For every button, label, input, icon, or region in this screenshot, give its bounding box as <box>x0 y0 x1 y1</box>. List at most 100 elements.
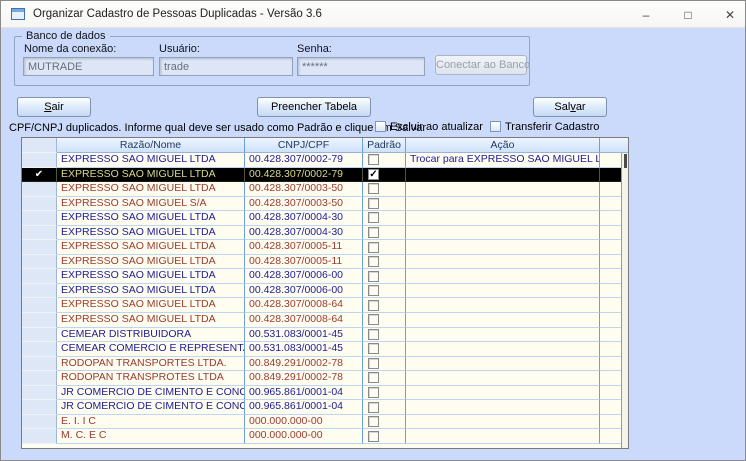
row-acao-cell[interactable]: Trocar para EXPRESSO SAO MIGUEL LTDA <box>406 153 600 168</box>
padrao-checkbox[interactable] <box>368 387 379 398</box>
table-row[interactable]: EXPRESSO SAO MIGUEL LTDA 00.428.307/0008… <box>22 298 628 313</box>
row-name-cell[interactable]: M. C. E C <box>57 429 245 444</box>
row-acao-cell[interactable] <box>406 284 600 299</box>
padrao-checkbox[interactable] <box>368 416 379 427</box>
padrao-checkbox[interactable] <box>368 212 379 223</box>
table-row[interactable]: RODOPAN TRANSPROTES LTDA 00.849.291/0002… <box>22 371 628 386</box>
table-row[interactable]: M. C. E C 000.000.000-00 <box>22 429 628 444</box>
row-name-cell[interactable]: EXPRESSO SAO MIGUEL LTDA <box>57 313 245 328</box>
row-name-cell[interactable]: CEMEAR DISTRIBUIDORA <box>57 328 245 343</box>
row-name-cell[interactable]: EXPRESSO SAO MIGUEL LTDA <box>57 182 245 197</box>
row-name-cell[interactable]: EXPRESSO SAO MIGUEL LTDA <box>57 226 245 241</box>
row-name-cell[interactable]: JR COMERCIO DE CIMENTO E CONCRETO LTDA <box>57 400 245 415</box>
table-row[interactable]: EXPRESSO SAO MIGUEL LTDA 00.428.307/0006… <box>22 269 628 284</box>
row-padrao-cell[interactable] <box>363 313 406 328</box>
table-row[interactable]: EXPRESSO SAO MIGUEL LTDA 00.428.307/0008… <box>22 313 628 328</box>
row-padrao-cell[interactable] <box>363 400 406 415</box>
row-padrao-cell[interactable] <box>363 182 406 197</box>
table-row[interactable]: CEMEAR DISTRIBUIDORA 00.531.083/0001-45 <box>22 328 628 343</box>
row-name-cell[interactable]: EXPRESSO SAO MIGUEL LTDA <box>57 211 245 226</box>
close-icon[interactable]: ✕ <box>723 8 737 22</box>
row-acao-cell[interactable] <box>406 298 600 313</box>
padrao-checkbox[interactable] <box>368 343 379 354</box>
table-row[interactable]: EXPRESSO SAO MIGUEL LTDA 00.428.307/0002… <box>22 153 628 168</box>
row-acao-cell[interactable] <box>406 313 600 328</box>
row-acao-cell[interactable] <box>406 415 600 430</box>
row-cnpj-cell[interactable]: 00.428.307/0008-64 <box>245 298 363 313</box>
row-padrao-cell[interactable] <box>363 211 406 226</box>
row-acao-cell[interactable] <box>406 168 600 183</box>
row-acao-cell[interactable] <box>406 269 600 284</box>
padrao-checkbox[interactable]: ✓ <box>368 169 379 180</box>
table-row[interactable]: EXPRESSO SAO MIGUEL LTDA 00.428.307/0003… <box>22 182 628 197</box>
row-name-cell[interactable]: EXPRESSO SAO MIGUEL LTDA <box>57 168 245 183</box>
vertical-scrollbar[interactable] <box>621 153 628 448</box>
row-cnpj-cell[interactable]: 00.531.083/0001-45 <box>245 328 363 343</box>
row-name-cell[interactable]: EXPRESSO SAO MIGUEL LTDA <box>57 153 245 168</box>
row-padrao-cell[interactable] <box>363 342 406 357</box>
row-padrao-cell[interactable] <box>363 371 406 386</box>
user-field[interactable] <box>159 57 293 76</box>
row-padrao-cell[interactable] <box>363 226 406 241</box>
row-name-cell[interactable]: JR COMERCIO DE CIMENTO E CONCRETO LTDA <box>57 386 245 401</box>
padrao-checkbox[interactable] <box>368 402 379 413</box>
table-row[interactable]: EXPRESSO SAO MIGUEL LTDA 00.428.307/0005… <box>22 255 628 270</box>
row-name-cell[interactable]: RODOPAN TRANSPROTES LTDA <box>57 371 245 386</box>
row-acao-cell[interactable] <box>406 429 600 444</box>
row-padrao-cell[interactable] <box>363 284 406 299</box>
padrao-checkbox[interactable] <box>368 329 379 340</box>
transfer-registry-checkbox[interactable] <box>490 121 501 132</box>
row-acao-cell[interactable] <box>406 400 600 415</box>
row-name-cell[interactable]: CEMEAR COMERCIO E REPRESENTACAO LTDA <box>57 342 245 357</box>
row-cnpj-cell[interactable]: 00.428.307/0004-30 <box>245 211 363 226</box>
row-padrao-cell[interactable] <box>363 429 406 444</box>
password-field[interactable] <box>297 57 425 76</box>
table-row[interactable]: ✔ EXPRESSO SAO MIGUEL LTDA 00.428.307/00… <box>22 168 628 183</box>
row-cnpj-cell[interactable]: 00.428.307/0005-11 <box>245 240 363 255</box>
minimize-icon[interactable]: – <box>639 8 653 22</box>
row-padrao-cell[interactable]: ✓ <box>363 168 406 183</box>
row-name-cell[interactable]: EXPRESSO SAO MIGUEL LTDA <box>57 284 245 299</box>
row-padrao-cell[interactable] <box>363 386 406 401</box>
padrao-checkbox[interactable] <box>368 431 379 442</box>
row-name-cell[interactable]: E. I. I C <box>57 415 245 430</box>
padrao-checkbox[interactable] <box>368 242 379 253</box>
padrao-checkbox[interactable] <box>368 372 379 383</box>
row-padrao-cell[interactable] <box>363 269 406 284</box>
row-name-cell[interactable]: EXPRESSO SAO MIGUEL S/A <box>57 197 245 212</box>
row-acao-cell[interactable] <box>406 197 600 212</box>
padrao-checkbox[interactable] <box>368 227 379 238</box>
row-acao-cell[interactable] <box>406 226 600 241</box>
table-row[interactable]: JR COMERCIO DE CIMENTO E CONCRETO LTDA 0… <box>22 386 628 401</box>
connect-database-button[interactable]: Conectar ao Banco <box>435 55 527 75</box>
padrao-checkbox[interactable] <box>368 198 379 209</box>
row-cnpj-cell[interactable]: 00.428.307/0008-64 <box>245 313 363 328</box>
row-acao-cell[interactable] <box>406 240 600 255</box>
padrao-checkbox[interactable] <box>368 314 379 325</box>
row-cnpj-cell[interactable]: 00.428.307/0005-11 <box>245 255 363 270</box>
padrao-checkbox[interactable] <box>368 358 379 369</box>
padrao-checkbox[interactable] <box>368 256 379 267</box>
padrao-checkbox[interactable] <box>368 154 379 165</box>
row-padrao-cell[interactable] <box>363 240 406 255</box>
row-cnpj-cell[interactable]: 00.428.307/0006-00 <box>245 269 363 284</box>
row-name-cell[interactable]: EXPRESSO SAO MIGUEL LTDA <box>57 255 245 270</box>
connection-name-field[interactable] <box>23 57 154 76</box>
padrao-checkbox[interactable] <box>368 183 379 194</box>
save-button[interactable]: Salvar <box>533 97 607 117</box>
row-name-cell[interactable]: RODOPAN TRANSPORTES LTDA. <box>57 357 245 372</box>
padrao-checkbox[interactable] <box>368 300 379 311</box>
row-cnpj-cell[interactable]: 000.000.000-00 <box>245 415 363 430</box>
row-name-cell[interactable]: EXPRESSO SAO MIGUEL LTDA <box>57 269 245 284</box>
row-cnpj-cell[interactable]: 00.428.307/0006-00 <box>245 284 363 299</box>
row-acao-cell[interactable] <box>406 357 600 372</box>
table-row[interactable]: EXPRESSO SAO MIGUEL S/A 00.428.307/0003-… <box>22 197 628 212</box>
row-padrao-cell[interactable] <box>363 357 406 372</box>
row-cnpj-cell[interactable]: 00.965.861/0001-04 <box>245 400 363 415</box>
table-row[interactable]: EXPRESSO SAO MIGUEL LTDA 00.428.307/0004… <box>22 226 628 241</box>
row-acao-cell[interactable] <box>406 211 600 226</box>
table-row[interactable]: E. I. I C 000.000.000-00 <box>22 415 628 430</box>
row-name-cell[interactable]: EXPRESSO SAO MIGUEL LTDA <box>57 298 245 313</box>
table-row[interactable]: JR COMERCIO DE CIMENTO E CONCRETO LTDA 0… <box>22 400 628 415</box>
row-padrao-cell[interactable] <box>363 328 406 343</box>
